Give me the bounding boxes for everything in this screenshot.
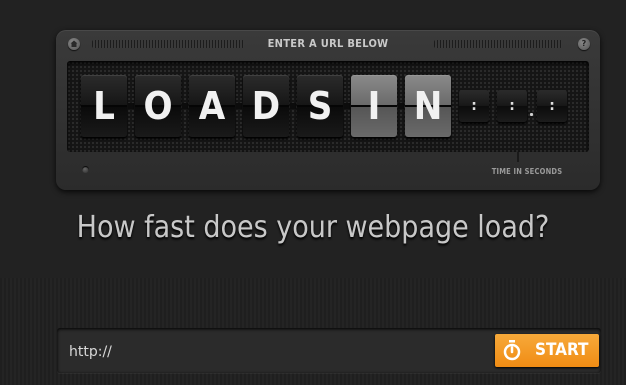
decimal-point [530,113,533,116]
flip-tile: L [81,75,127,137]
tile-hinge [290,103,296,109]
tile-hinge [182,103,188,109]
url-form: START [57,328,601,373]
help-icon[interactable]: ? [578,38,590,50]
speed-test-panel: ENTER A URL BELOW ? L O A D S I N : : : … [56,30,600,190]
stopwatch-icon [503,340,521,361]
status-led [82,166,89,173]
flip-tile: O [135,75,181,137]
tile-hinge [344,103,350,109]
panel-title: ENTER A URL BELOW [267,37,389,50]
headline: How fast does your webpage load? [76,210,550,245]
start-label: START [535,340,589,360]
flip-tile: S [297,75,343,137]
label-tick [517,152,519,162]
flip-tile-highlighted: N [405,75,451,137]
tile-hinge [398,103,404,109]
time-digit: : [459,90,489,122]
time-digit: : [537,90,567,122]
time-digit: : [497,90,527,122]
time-label: TIME IN SECONDS [491,167,563,176]
url-input[interactable] [67,338,471,366]
flip-tile-highlighted: I [351,75,397,137]
start-button[interactable]: START [495,334,599,367]
flip-display: L O A D S I N : : : [67,61,589,152]
tile-hinge [128,103,134,109]
tile-hinge [236,103,242,109]
flip-tile: D [243,75,289,137]
flip-tile: A [189,75,235,137]
